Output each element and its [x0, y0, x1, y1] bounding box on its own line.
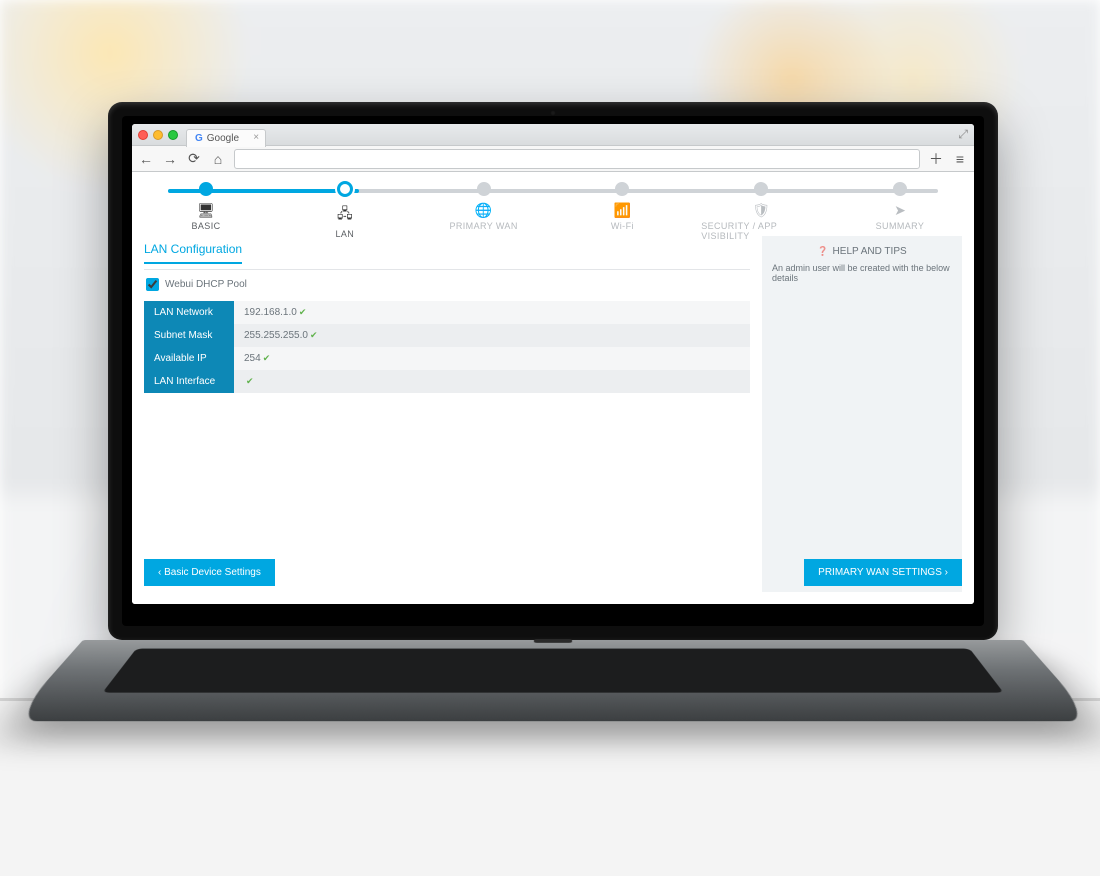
- config-key: LAN Interface: [144, 370, 234, 393]
- send-icon: ➤: [894, 202, 906, 219]
- add-bookmark-icon[interactable]: ＋: [928, 149, 944, 169]
- help-body: An admin user will be created with the b…: [772, 263, 952, 283]
- step-summary[interactable]: ➤ SUMMARY: [840, 182, 960, 241]
- globe-icon: 🌐: [475, 202, 492, 219]
- forward-icon[interactable]: →: [162, 151, 178, 167]
- browser-tab[interactable]: G Google ×: [186, 129, 266, 147]
- tab-close-icon[interactable]: ×: [253, 132, 259, 143]
- step-label: BASIC: [191, 221, 220, 231]
- table-row: Available IP254✔: [144, 347, 750, 370]
- config-key: Subnet Mask: [144, 324, 234, 347]
- step-node: [893, 182, 907, 196]
- back-icon[interactable]: ←: [138, 151, 154, 167]
- maximize-window-icon[interactable]: [168, 130, 178, 140]
- check-icon: ✔: [263, 353, 271, 363]
- config-value[interactable]: 255.255.255.0✔: [234, 324, 750, 347]
- back-button[interactable]: ‹ Basic Device Settings: [144, 559, 275, 586]
- step-wi-fi[interactable]: 📶 Wi-Fi: [562, 182, 682, 241]
- monitor-icon: 🖥: [197, 202, 215, 219]
- step-node: [754, 182, 768, 196]
- minimize-window-icon[interactable]: [153, 130, 163, 140]
- config-value[interactable]: ✔: [234, 370, 750, 393]
- help-panel: HELP AND TIPS An admin user will be crea…: [762, 236, 962, 592]
- step-label: SUMMARY: [876, 221, 925, 231]
- laptop-base: [11, 640, 1095, 721]
- step-label: SECURITY / APP VISIBILITY: [701, 221, 821, 241]
- config-value[interactable]: 254✔: [234, 347, 750, 370]
- laptop-mockup: G Google × ⤢ ← → ⟳ ⌂ ＋ ≡: [108, 102, 998, 790]
- table-row: LAN Network192.168.1.0✔: [144, 301, 750, 324]
- network-icon: 🖧: [337, 203, 353, 227]
- menu-icon[interactable]: ≡: [952, 151, 968, 167]
- config-key: LAN Network: [144, 301, 234, 324]
- next-button[interactable]: PRIMARY WAN SETTINGS ›: [804, 559, 962, 586]
- dhcp-pool-checkbox[interactable]: Webui DHCP Pool: [146, 278, 750, 291]
- check-icon: ✔: [299, 307, 307, 317]
- step-node: [337, 181, 353, 197]
- step-label: PRIMARY WAN: [449, 221, 517, 231]
- shield-icon: 🛡: [752, 202, 770, 219]
- step-node: [199, 182, 213, 196]
- home-icon[interactable]: ⌂: [210, 151, 226, 167]
- step-label: Wi-Fi: [611, 221, 634, 231]
- step-security-app-visibility[interactable]: 🛡 SECURITY / APP VISIBILITY: [701, 182, 821, 241]
- check-icon: ✔: [310, 330, 318, 340]
- lan-config-table: LAN Network192.168.1.0✔Subnet Mask255.25…: [144, 301, 750, 393]
- table-row: Subnet Mask255.255.255.0✔: [144, 324, 750, 347]
- router-setup-wizard: 🖥 BASIC 🖧 LAN 🌐 PRIMARY WAN 📶 Wi-Fi 🛡 SECURITY / …: [132, 172, 974, 604]
- google-favicon: G: [195, 133, 203, 144]
- close-window-icon[interactable]: [138, 130, 148, 140]
- tab-title: Google: [207, 133, 239, 144]
- window-controls[interactable]: [138, 130, 178, 140]
- check-icon: ✔: [246, 376, 254, 386]
- step-basic[interactable]: 🖥 BASIC: [146, 182, 266, 241]
- checkbox-label: Webui DHCP Pool: [165, 279, 247, 290]
- step-label: LAN: [335, 229, 354, 239]
- step-node: [615, 182, 629, 196]
- step-lan[interactable]: 🖧 LAN: [285, 182, 405, 241]
- browser-toolbar: ← → ⟳ ⌂ ＋ ≡: [132, 146, 974, 172]
- config-key: Available IP: [144, 347, 234, 370]
- step-node: [477, 182, 491, 196]
- table-row: LAN Interface ✔: [144, 370, 750, 393]
- config-value[interactable]: 192.168.1.0✔: [234, 301, 750, 324]
- screen: G Google × ⤢ ← → ⟳ ⌂ ＋ ≡: [132, 124, 974, 604]
- wizard-stepper: 🖥BASIC🖧LAN🌐PRIMARY WAN📶Wi-Fi🛡SECURITY / …: [132, 172, 974, 236]
- wifi-icon: 📶: [614, 202, 631, 219]
- address-bar[interactable]: [234, 149, 920, 169]
- browser-tabstrip: G Google × ⤢: [132, 124, 974, 146]
- fullscreen-icon[interactable]: ⤢: [958, 127, 968, 142]
- step-primary-wan[interactable]: 🌐 PRIMARY WAN: [424, 182, 544, 241]
- help-title: HELP AND TIPS: [772, 246, 952, 257]
- reload-icon[interactable]: ⟳: [186, 150, 202, 167]
